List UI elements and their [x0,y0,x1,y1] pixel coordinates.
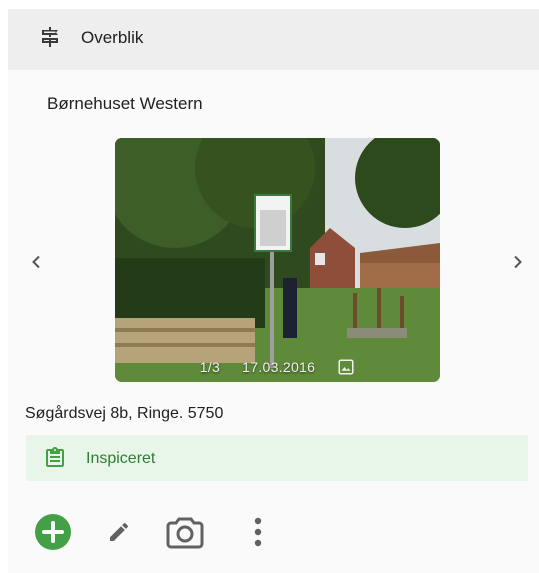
panel-header: Overblik [8,9,539,70]
signpost-icon [42,27,58,47]
image-icon[interactable] [337,358,355,376]
chevron-right-icon[interactable] [506,250,530,274]
status-badge: Inspiceret [26,435,528,481]
photo-caption: 1/3 17.03.2016 [115,358,440,376]
chevron-left-icon[interactable] [24,250,48,274]
page-title: Overblik [81,28,144,47]
photo-counter: 1/3 [199,359,221,375]
site-photo [115,138,440,382]
pencil-icon[interactable] [107,520,131,544]
clipboard-text-icon [46,447,64,467]
overview-panel: Overblik Børnehuset Western 1/3 17.03.20… [8,9,539,573]
add-button[interactable] [35,514,71,550]
more-vertical-icon[interactable] [252,517,264,547]
site-address: Søgårdsvej 8b, Ringe. 5750 [25,405,224,422]
site-name: Børnehuset Western [47,94,203,113]
plus-circle-icon [42,521,64,543]
photo-date: 17.03.2016 [242,359,316,375]
camera-icon[interactable] [166,514,204,550]
photo-carousel[interactable]: 1/3 17.03.2016 [115,138,440,382]
status-label: Inspiceret [86,450,156,467]
